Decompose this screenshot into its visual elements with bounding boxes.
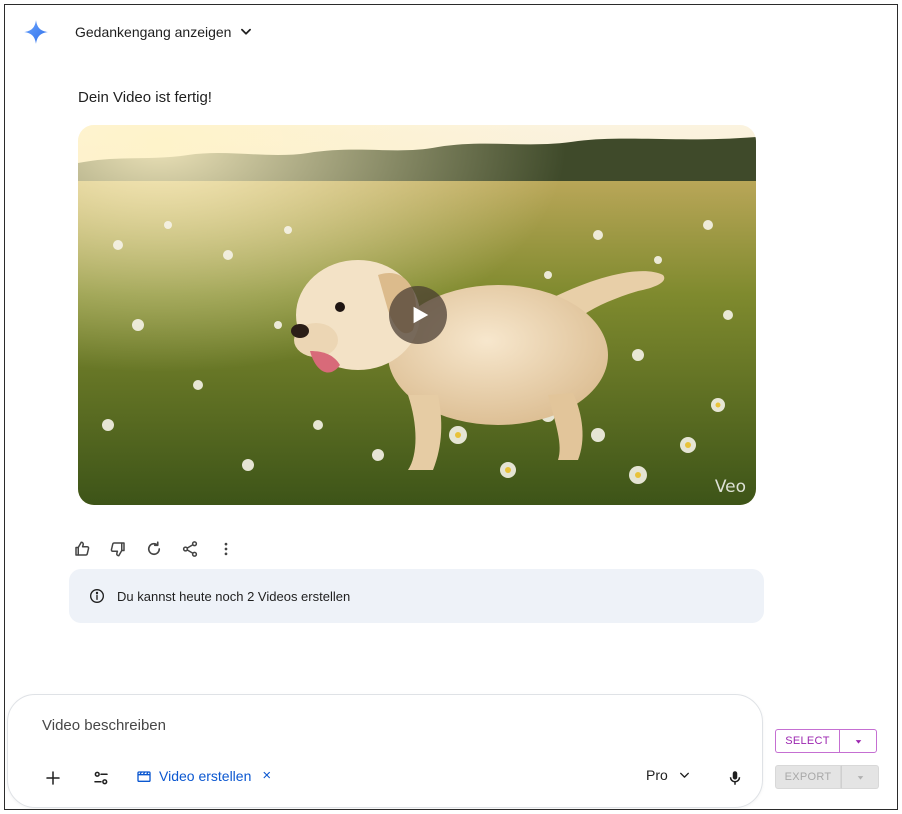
video-tool-chip[interactable]: Video erstellen × (136, 767, 271, 784)
chevron-down-icon (679, 772, 689, 778)
app-frame: Gedankengang anzeigen Dein Video ist fer… (4, 4, 898, 810)
play-icon (413, 306, 429, 324)
thumbs-down-button[interactable] (105, 537, 131, 561)
plus-icon (46, 771, 60, 785)
export-button[interactable]: EXPORT (775, 765, 841, 789)
tools-button[interactable] (90, 767, 112, 789)
share-icon (182, 541, 198, 557)
info-icon (90, 589, 104, 603)
gemini-spark-icon (24, 20, 48, 44)
video-clapper-icon (137, 770, 151, 782)
model-selector-label: Pro (646, 767, 668, 783)
caret-down-icon (857, 775, 863, 780)
add-button[interactable] (42, 767, 64, 789)
veo-watermark: Veo (714, 477, 746, 497)
close-icon[interactable]: × (262, 767, 271, 784)
model-selector[interactable]: Pro (646, 767, 691, 783)
thought-row: Gedankengang anzeigen (23, 19, 253, 45)
export-button-group: EXPORT (775, 765, 879, 789)
caret-down-icon (855, 739, 861, 744)
play-button[interactable] (389, 286, 447, 344)
show-thoughts-toggle[interactable]: Gedankengang anzeigen (75, 24, 253, 40)
refresh-icon (147, 541, 161, 556)
microphone-button[interactable] (724, 767, 746, 789)
more-options-button[interactable] (213, 537, 239, 561)
thumbs-down-icon (110, 542, 125, 557)
show-thoughts-label: Gedankengang anzeigen (75, 24, 232, 40)
tune-icon (94, 771, 108, 785)
chevron-down-icon (241, 28, 252, 35)
regenerate-button[interactable] (141, 537, 167, 561)
microphone-icon (729, 771, 741, 785)
quota-notice-text: Du kannst heute noch 2 Videos erstellen (117, 588, 351, 604)
quota-notice: Du kannst heute noch 2 Videos erstellen (69, 569, 764, 623)
video-player[interactable]: Veo (78, 125, 756, 505)
thumbs-up-icon (75, 541, 90, 556)
thumbs-up-button[interactable] (69, 537, 95, 561)
prompt-composer: Video beschreiben Video erstellen × Pro (7, 694, 763, 808)
select-button[interactable]: SELECT (775, 729, 839, 753)
export-dropdown-button[interactable] (841, 765, 879, 789)
share-button[interactable] (177, 537, 203, 561)
response-actions (69, 537, 239, 561)
more-vert-icon (224, 542, 228, 556)
select-button-group: SELECT (775, 729, 877, 753)
video-tool-chip-label: Video erstellen (159, 767, 252, 784)
select-dropdown-button[interactable] (839, 729, 877, 753)
prompt-input[interactable]: Video beschreiben (42, 717, 166, 734)
reply-text: Dein Video ist fertig! (78, 89, 212, 106)
